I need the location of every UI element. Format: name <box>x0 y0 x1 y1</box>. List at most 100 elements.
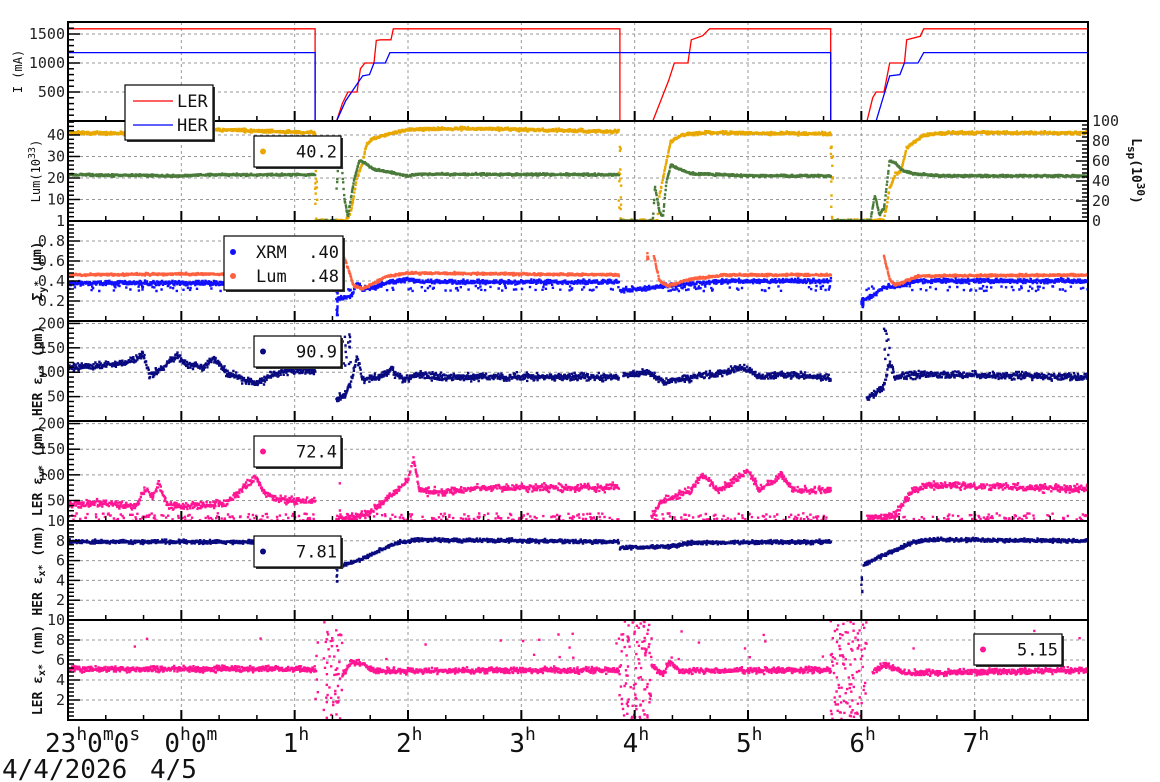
y-tick-label: 20 <box>47 169 65 187</box>
y-axis-label: HER εy* (pm) <box>31 326 48 416</box>
legend-label: XRM <box>256 243 287 263</box>
series-line-ler <box>68 28 1088 121</box>
y-axis-label-part: LER ε <box>31 477 46 516</box>
y-tick-label: 10 <box>47 512 65 530</box>
right-y-axis-label-part: 30 <box>1134 183 1147 196</box>
series-points-lsp <box>68 143 1088 221</box>
y-axis-label: LER εx* (nm) <box>31 625 48 715</box>
series-points-ler-emittance-x <box>68 620 1088 720</box>
x-tick-label-part: h <box>865 724 876 745</box>
x-tick-label-part: h <box>525 724 536 745</box>
y-axis-label: HER εx* (nm) <box>31 525 48 615</box>
series-group <box>68 28 1088 121</box>
x-tick-label-part: m <box>206 724 217 745</box>
y-tick-label: 4 <box>56 571 65 589</box>
right-y-tick-label: 0 <box>1092 212 1101 230</box>
x-tick-label-part: h <box>180 724 191 745</box>
legend-panel-7: 5.15 <box>973 633 1064 667</box>
y-axis-label: LER εy* (pm) <box>31 426 48 516</box>
series-points-her-emittance-y <box>68 327 1088 403</box>
right-y-tick-label: 60 <box>1092 152 1110 170</box>
y-tick-label: 500 <box>38 83 65 101</box>
y-axis-label-part: LER ε <box>31 676 46 715</box>
y-axis-label-part: 33 <box>27 147 38 159</box>
y-axis-label-part: (μm) <box>30 241 45 280</box>
y-axis-label-part: HER ε <box>31 577 46 616</box>
panel-3: 0.20.40.60.8Σy* (μm) <box>30 220 1089 322</box>
x-tick-label-part: h <box>978 724 989 745</box>
y-tick-label: 4 <box>56 671 65 689</box>
y-tick-label: 8 <box>56 631 65 649</box>
legend-dot-swatch <box>230 249 236 255</box>
y-tick-label: 10 <box>47 190 65 208</box>
x-tick-label: 6h <box>849 724 876 759</box>
y-tick-label: 1 <box>56 212 65 230</box>
legend-value: .40 <box>308 243 339 263</box>
series-points-ler-emittance-y <box>68 437 1088 521</box>
panel-7: 246810LER εx* (nm) <box>31 611 1089 721</box>
accelerator-monitor-chart: 50010001500I (mA)110203040Lum(1033)02040… <box>2 21 1147 782</box>
y-axis-label-part: I (mA) <box>11 50 25 93</box>
y-axis-label-part: (pm) <box>31 326 46 365</box>
x-tick-label-part: h <box>752 724 763 745</box>
legend-dot-swatch <box>260 348 266 355</box>
x-tick-label: 0h0m <box>164 724 217 759</box>
y-axis-label-part: y* <box>37 465 48 477</box>
right-y-axis-label-part: sp <box>1125 146 1138 160</box>
legend-panel-6: 7.81 <box>253 535 343 569</box>
legend-value: 40.2 <box>296 143 337 163</box>
legend-dot-swatch <box>230 273 236 279</box>
legend-dot-swatch <box>260 148 266 155</box>
y-tick-label: 10 <box>47 611 65 629</box>
legend-dot-swatch <box>980 646 986 653</box>
legend-panel-3: XRM .40 Lum .48 <box>223 235 345 292</box>
right-y-tick-label: 80 <box>1092 132 1110 150</box>
right-y-tick-label: 100 <box>1092 112 1119 130</box>
x-tick-label: 23h0m0s <box>45 724 140 759</box>
legend-panel-2: 40.2 <box>253 135 343 169</box>
y-axis-label-part: x* <box>37 664 48 676</box>
legend-panel-4: 90.9 <box>253 335 343 369</box>
x-tick-label-part: 5 <box>736 729 752 759</box>
x-tick-label: 3h <box>509 724 536 759</box>
y-tick-label: 40 <box>47 126 65 144</box>
legend-value: 7.81 <box>296 543 337 563</box>
x-tick-label-part: 4 <box>623 729 639 759</box>
legend-value: 5.15 <box>1017 641 1058 661</box>
series-points-her-emittance-x <box>68 536 1088 594</box>
y-axis-label-part: x* <box>37 564 48 576</box>
right-y-axis-label-part: ) <box>1128 196 1143 204</box>
panel-frame <box>67 220 1089 322</box>
series-group <box>68 327 1088 403</box>
series-group <box>68 536 1088 594</box>
series-group <box>68 620 1088 720</box>
y-axis-label: Lum(1033) <box>27 140 43 203</box>
x-tick-label: 1h <box>283 724 310 759</box>
y-axis-label-part: HER ε <box>31 377 46 416</box>
x-tick-label-part: m <box>103 724 114 745</box>
legend-value: .48 <box>308 267 339 287</box>
date-label-next: 4/5 <box>150 755 197 782</box>
x-tick-label: 2h <box>396 724 423 759</box>
y-tick-label: 2 <box>56 591 65 609</box>
legend-label: HER <box>177 116 208 136</box>
y-axis-label-part: (pm) <box>31 426 46 465</box>
y-tick-label: 8 <box>56 532 65 550</box>
y-tick-label: 2 <box>56 691 65 709</box>
y-tick-label: 6 <box>56 552 65 570</box>
x-tick-label-part: 1 <box>283 729 299 759</box>
x-tick-label-part: h <box>412 724 423 745</box>
x-tick-label-part: 2 <box>396 729 412 759</box>
panel-frame <box>67 21 1089 122</box>
panel-6: 2 46 8 HER εx* (nm) <box>31 520 1089 621</box>
y-tick-label: 1000 <box>29 54 65 72</box>
right-y-axis-label-part: (10 <box>1128 159 1143 183</box>
legend-dot-swatch <box>260 448 266 455</box>
y-tick-label: 30 <box>47 147 65 165</box>
panel-4: 50100150200HER εy* (pm) <box>31 314 1089 422</box>
x-tick-label-part: 7 <box>963 729 979 759</box>
y-tick-label: 50 <box>47 491 65 509</box>
series-group <box>68 252 1088 317</box>
panel-frame <box>67 520 1089 621</box>
x-tick-label-part: h <box>298 724 309 745</box>
